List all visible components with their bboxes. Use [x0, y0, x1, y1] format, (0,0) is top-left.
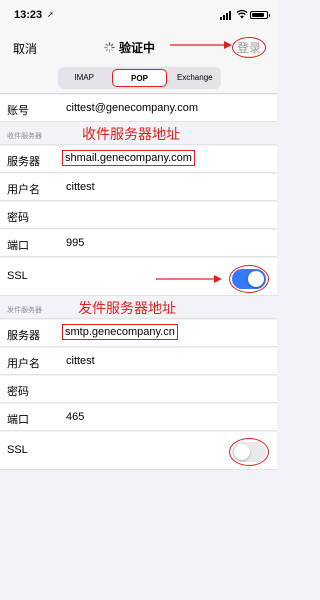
outgoing-port-row[interactable]: 端口 465 [0, 404, 277, 431]
cancel-button[interactable]: 取消 [13, 40, 37, 57]
outgoing-ssl-toggle[interactable] [229, 438, 269, 466]
incoming-ssl-toggle[interactable] [229, 265, 269, 293]
incoming-server-row[interactable]: 服务器 shmail.genecompany.com [0, 146, 277, 173]
incoming-password-row[interactable]: 密码 [0, 202, 277, 229]
status-time: 13:23 [14, 9, 43, 21]
tab-imap[interactable]: IMAP [58, 67, 110, 89]
outgoing-username-row[interactable]: 用户名 cittest [0, 348, 277, 375]
incoming-ssl-label: SSL [7, 270, 28, 282]
outgoing-password-label: 密码 [7, 386, 29, 398]
incoming-username-row[interactable]: 用户名 cittest [0, 174, 277, 201]
spinner-icon [104, 42, 115, 53]
account-type-tabs: IMAP POP Exchange [0, 64, 277, 94]
status-bar: 13:23 ➚ [0, 0, 277, 30]
login-button[interactable]: 登录 [232, 37, 267, 58]
battery-icon [250, 11, 270, 19]
incoming-port-label: 端口 [7, 240, 29, 252]
nav-bar: 取消 验证中 登录 [0, 30, 277, 64]
incoming-annotation: 收件服务器地址 [82, 126, 180, 142]
incoming-server-label: 服务器 [7, 156, 40, 168]
incoming-section-title: 收件服务器 [7, 133, 42, 140]
annotation-arrow-icon [170, 41, 232, 49]
outgoing-password-row[interactable]: 密码 [0, 376, 277, 403]
incoming-username-label: 用户名 [7, 184, 40, 196]
outgoing-server-field[interactable]: smtp.genecompany.cn [62, 324, 178, 340]
incoming-port-row[interactable]: 端口 995 [0, 230, 277, 257]
account-label: 账号 [7, 105, 29, 117]
incoming-server-field[interactable]: shmail.genecompany.com [62, 150, 195, 166]
outgoing-port-label: 端口 [7, 414, 29, 426]
wifi-icon [236, 9, 248, 19]
account-row[interactable]: 账号 cittest@genecompany.com [0, 95, 277, 122]
page-title-text: 验证中 [119, 41, 156, 55]
incoming-password-label: 密码 [7, 212, 29, 224]
outgoing-ssl-label: SSL [7, 444, 28, 456]
outgoing-annotation: 发件服务器地址 [78, 300, 176, 316]
incoming-username-field[interactable]: cittest [66, 181, 95, 193]
annotation-arrow-icon [156, 275, 222, 283]
incoming-section-header: 收件服务器 收件服务器地址 [0, 123, 277, 145]
location-arrow-icon: ➚ [47, 10, 54, 19]
account-value: cittest@genecompany.com [66, 102, 199, 114]
outgoing-section-header: 发件服务器 发件服务器地址 [0, 297, 277, 319]
outgoing-section-title: 发件服务器 [7, 307, 42, 314]
outgoing-server-row[interactable]: 服务器 smtp.genecompany.cn [0, 320, 277, 347]
outgoing-username-field[interactable]: cittest [66, 355, 95, 367]
page-title: 验证中 [104, 39, 155, 56]
outgoing-username-label: 用户名 [7, 358, 40, 370]
tab-pop[interactable]: POP [112, 69, 167, 87]
segmented-control: IMAP POP Exchange [58, 67, 221, 89]
outgoing-port-field[interactable]: 465 [66, 411, 84, 423]
cellular-signal-icon [220, 11, 231, 20]
tab-exchange[interactable]: Exchange [169, 67, 221, 89]
outgoing-server-label: 服务器 [7, 330, 40, 342]
incoming-port-field[interactable]: 995 [66, 237, 84, 249]
